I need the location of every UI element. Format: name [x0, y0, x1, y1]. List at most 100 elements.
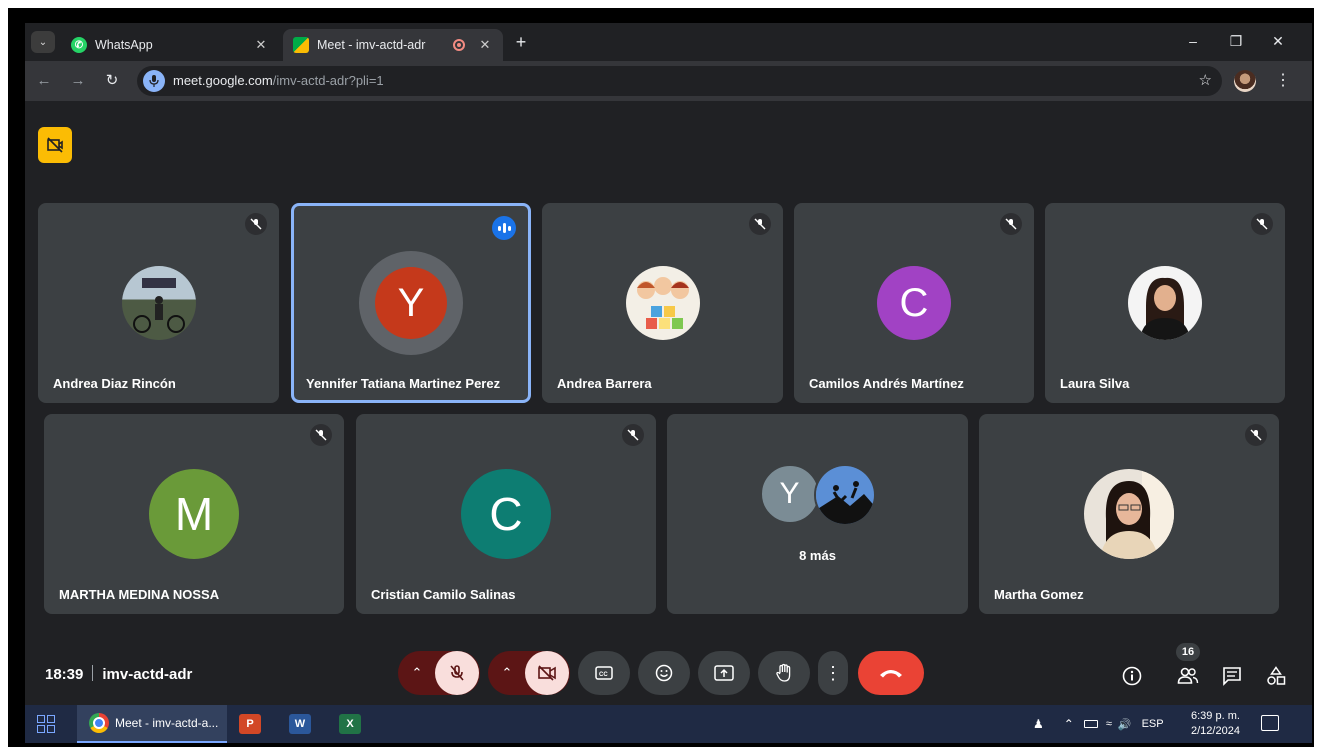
language-indicator[interactable]: ESP: [1142, 718, 1164, 730]
close-icon[interactable]: ✕: [477, 37, 493, 53]
participant-tile[interactable]: Andrea Barrera: [542, 203, 783, 403]
more-options-button[interactable]: ⋮: [818, 651, 848, 695]
tab-search-button[interactable]: ⌄: [31, 31, 55, 53]
mic-options-chevron-icon[interactable]: ⌃: [399, 651, 435, 695]
participant-name: Cristian Camilo Salinas: [371, 587, 516, 602]
avatar-initial: C: [899, 280, 929, 325]
word-icon: W: [289, 714, 311, 734]
url-host: meet.google.com: [173, 73, 273, 88]
tab-meet[interactable]: Meet - imv-actd-adr ✕: [283, 29, 503, 61]
camera-options-chevron-icon[interactable]: ⌃: [489, 651, 525, 695]
others-tile[interactable]: Y 8 más: [667, 414, 968, 614]
avatar-initial: M: [174, 488, 214, 540]
participant-tile[interactable]: Andrea Diaz Rincón: [38, 203, 279, 403]
participant-tile[interactable]: Laura Silva: [1045, 203, 1285, 403]
more-participants-label: 8 más: [799, 548, 836, 563]
mic-off-icon: [1245, 424, 1267, 446]
system-tray: ♟ ⌃ ≈ 🔊 ESP: [1033, 705, 1164, 743]
wifi-icon[interactable]: ≈: [1106, 718, 1112, 730]
browser-menu-icon[interactable]: ⋮: [1275, 70, 1291, 92]
battery-icon[interactable]: [1083, 720, 1098, 728]
taskbar-word[interactable]: W: [289, 705, 311, 743]
meeting-code: imv-actd-adr: [102, 666, 193, 683]
shapes-icon: [1267, 666, 1286, 685]
reactions-button[interactable]: [638, 651, 690, 695]
powerpoint-icon: P: [239, 714, 261, 734]
camera-off-notice-icon[interactable]: [38, 127, 72, 163]
windows-taskbar: Meet - imv-actd-a... P W X ♟ ⌃ ≈ 🔊 ESP 6…: [25, 705, 1312, 743]
start-menu-icon[interactable]: [37, 715, 55, 733]
participant-tile[interactable]: Martha Gomez: [979, 414, 1279, 614]
camera-control: ⌃: [488, 651, 570, 695]
bookmark-star-icon[interactable]: ☆: [1199, 71, 1212, 89]
taskbar-chrome[interactable]: Meet - imv-actd-a...: [77, 705, 227, 743]
taskbar-chrome-label: Meet - imv-actd-a...: [115, 716, 219, 730]
whatsapp-icon: ✆: [71, 37, 87, 53]
forward-icon[interactable]: →: [67, 70, 89, 92]
participant-tile[interactable]: C Cristian Camilo Salinas: [356, 414, 656, 614]
participant-photo: [813, 464, 876, 526]
screen: ⌄ ✆ WhatsApp ✕ Meet - imv-actd-adr ✕ + –…: [25, 23, 1312, 743]
close-window-icon[interactable]: ✕: [1268, 33, 1288, 50]
tab-whatsapp[interactable]: ✆ WhatsApp ✕: [61, 29, 279, 61]
participant-name: MARTHA MEDINA NOSSA: [59, 587, 220, 602]
meet-controls-bar: 18:39 imv-actd-adr ⌃ ⌃ CC ⋮ 16: [25, 635, 1312, 705]
leave-call-button[interactable]: [858, 651, 924, 695]
profile-avatar[interactable]: [1234, 70, 1256, 92]
participant-tile[interactable]: C Camilos Andrés Martínez: [794, 203, 1034, 403]
address-bar[interactable]: meet.google.com/imv-actd-adr?pli=1 ☆: [137, 66, 1222, 96]
chat-button[interactable]: [1219, 663, 1245, 689]
present-screen-button[interactable]: [698, 651, 750, 695]
chat-icon: [1223, 667, 1241, 686]
mic-off-icon: [310, 424, 332, 446]
participant-name: Laura Silva: [1060, 376, 1130, 391]
microphone-in-use-icon[interactable]: [143, 70, 165, 92]
raise-hand-button[interactable]: [758, 651, 810, 695]
more-vert-icon: ⋮: [824, 662, 842, 683]
emoji-icon: [655, 664, 673, 682]
meet-icon: [293, 37, 309, 53]
others-avatars: Y: [759, 464, 876, 526]
new-tab-button[interactable]: +: [511, 33, 531, 53]
svg-text:CC: CC: [599, 672, 608, 678]
recording-indicator-icon: [453, 39, 465, 51]
close-icon[interactable]: ✕: [253, 37, 269, 53]
present-icon: [714, 665, 734, 681]
avatar-initial: Y: [397, 280, 425, 325]
taskbar-powerpoint[interactable]: P: [239, 705, 261, 743]
participant-tile-speaking[interactable]: Y Yennifer Tatiana Martinez Perez: [291, 203, 531, 403]
participant-photo: [625, 266, 700, 340]
speaking-indicator-icon: [492, 216, 516, 240]
participant-photo: [121, 266, 196, 340]
reload-icon[interactable]: ↻: [101, 70, 123, 92]
browser-toolbar: ← → ↻ meet.google.com/imv-actd-adr?pli=1…: [25, 61, 1312, 101]
activities-button[interactable]: [1263, 663, 1289, 689]
people-icon: [1177, 667, 1199, 684]
volume-icon[interactable]: 🔊: [1118, 718, 1132, 731]
people-tray-icon[interactable]: ♟: [1033, 717, 1044, 731]
mic-toggle-button[interactable]: [435, 651, 479, 695]
avatar-initial: C: [489, 488, 523, 540]
avatar-initial: Y: [779, 477, 800, 510]
minimize-icon[interactable]: –: [1183, 33, 1203, 49]
captions-button[interactable]: CC: [578, 651, 630, 695]
participant-photo: [1084, 469, 1174, 559]
participant-name: Martha Gomez: [994, 587, 1084, 602]
participant-avatar: Y: [759, 464, 820, 524]
participant-tile[interactable]: M MARTHA MEDINA NOSSA: [44, 414, 344, 614]
divider: [92, 665, 94, 681]
tab-title: Meet - imv-actd-adr: [317, 38, 426, 52]
notifications-icon[interactable]: [1261, 715, 1279, 731]
show-hidden-icons-chevron[interactable]: ⌃: [1064, 717, 1074, 731]
restore-icon[interactable]: ❐: [1226, 33, 1246, 50]
taskbar-clock[interactable]: 6:39 p. m. 2/12/2024: [1191, 709, 1240, 739]
mic-off-icon: [1251, 213, 1273, 235]
camera-toggle-button[interactable]: [525, 651, 569, 695]
back-icon[interactable]: ←: [33, 70, 55, 92]
taskbar-excel[interactable]: X: [339, 705, 361, 743]
people-button[interactable]: [1175, 663, 1201, 689]
tab-title: WhatsApp: [95, 38, 153, 52]
meeting-details-button[interactable]: [1119, 663, 1145, 689]
participant-avatar: C: [877, 266, 951, 340]
participant-avatar: M: [149, 469, 239, 559]
